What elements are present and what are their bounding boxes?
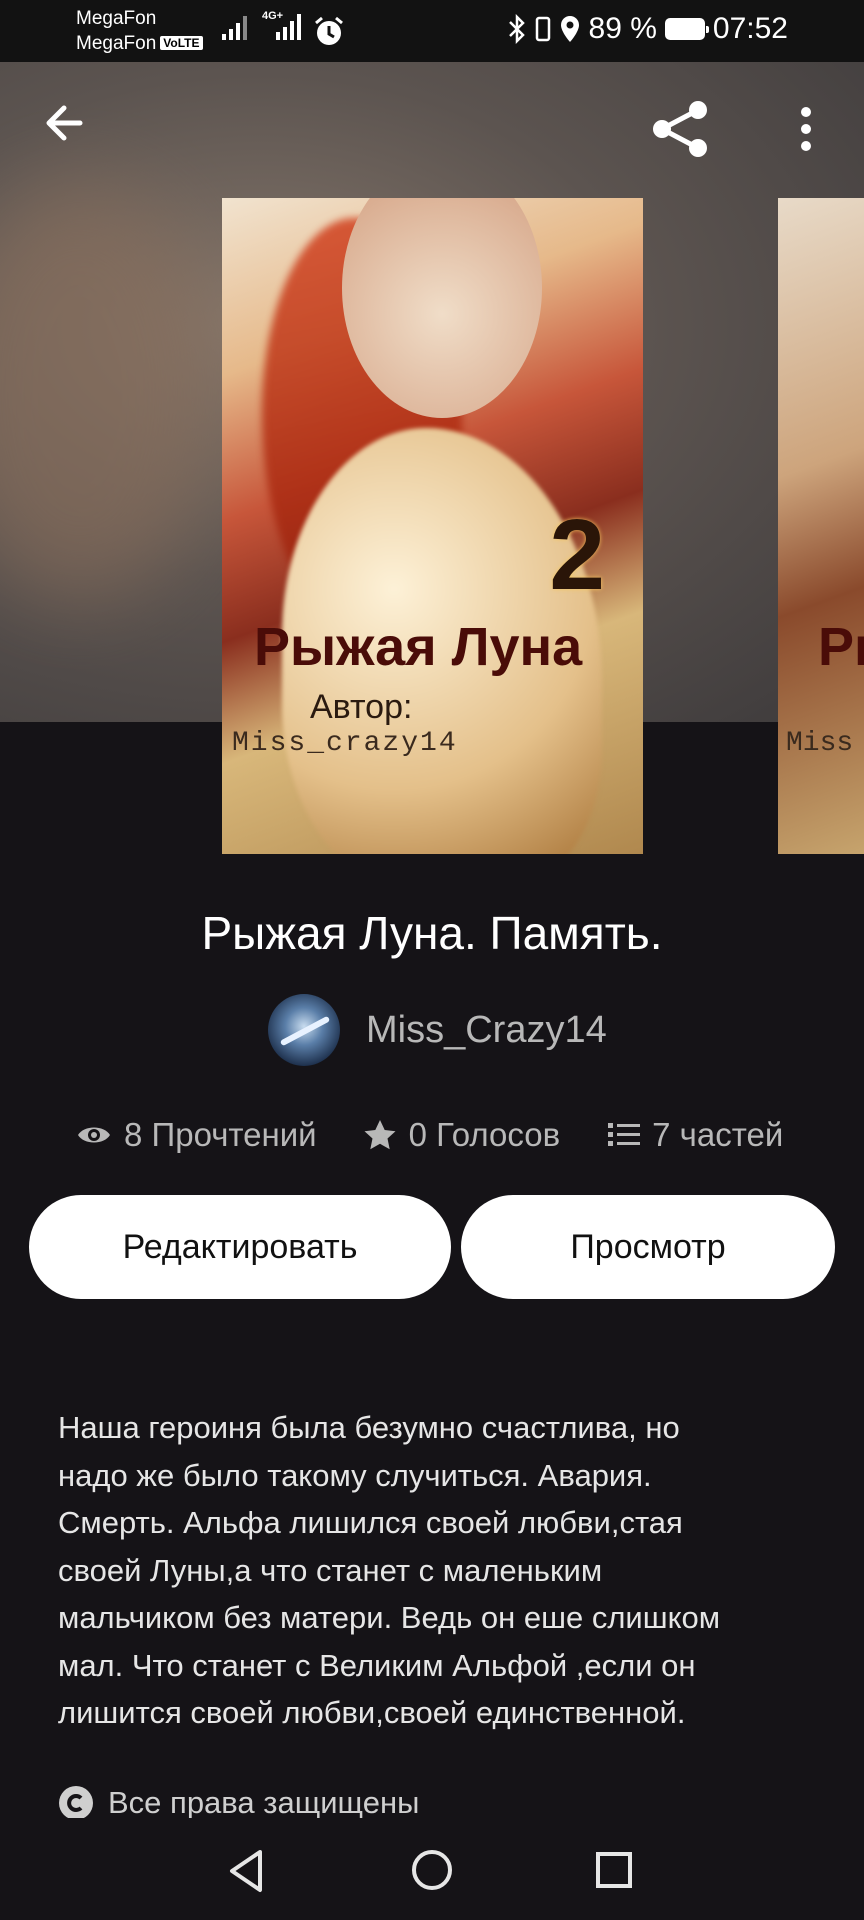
location-icon <box>560 16 579 42</box>
navigation-bar <box>0 1818 864 1920</box>
bluetooth-icon <box>508 14 525 44</box>
reads-stat: 8 Прочтений <box>76 1116 317 1154</box>
story-description: Наша героиня была безумно счастлива, но … <box>58 1410 721 1730</box>
next-book-cover[interactable]: Ры Miss <box>778 198 864 854</box>
vibrate-icon <box>535 16 550 42</box>
copyright-icon <box>59 1786 93 1820</box>
status-right: 89 % 07:52 <box>507 12 788 46</box>
copyright-row: Все права защищены <box>58 1785 419 1821</box>
next-cover-nick: Miss <box>786 728 854 759</box>
status-bar: MegaFon MegaFon VoLTE 4G+ 89 % 07:52 <box>0 0 864 62</box>
reads-count: 8 Прочтений <box>124 1116 317 1153</box>
carrier-info: MegaFon MegaFon VoLTE <box>76 6 203 56</box>
copyright-text: Все права защищены <box>108 1785 420 1820</box>
network-type: 4G+ <box>262 10 284 22</box>
cover-author-nick: Miss_crazy14 <box>232 728 458 759</box>
list-icon <box>608 1123 641 1146</box>
next-cover-title: Ры <box>818 617 864 677</box>
share-icon <box>653 101 707 157</box>
preview-button[interactable]: Просмотр <box>461 1195 835 1299</box>
carrier-2: MegaFon <box>76 33 157 54</box>
cover-number: 2 <box>549 499 605 611</box>
more-vertical-icon <box>801 107 811 151</box>
arrow-left-icon <box>46 105 83 141</box>
story-title: Рыжая Луна. Память. <box>201 907 663 959</box>
votes-stat: 0 Голосов <box>363 1116 561 1154</box>
signal-1-icon <box>222 14 252 40</box>
alarm-icon <box>315 16 343 45</box>
signal-2-icon: 4G+ <box>262 10 306 40</box>
author-name[interactable]: Miss_Crazy14 <box>366 1009 607 1052</box>
parts-count[interactable]: 7 частей <box>652 1116 783 1154</box>
story-stats: 8 Прочтений 0 Голосов 7 частей <box>76 1116 783 1154</box>
share-button[interactable] <box>648 96 714 167</box>
parts-stat[interactable]: 7 частей <box>608 1116 783 1154</box>
clock: 07:52 <box>712 12 788 45</box>
more-options-button[interactable] <box>788 104 824 159</box>
back-button[interactable] <box>36 92 98 159</box>
volte-badge: VoLTE <box>160 36 203 50</box>
carrier-1: MegaFon <box>76 8 157 29</box>
battery-icon <box>664 18 709 40</box>
author-row[interactable]: Miss_Crazy14 <box>268 994 607 1066</box>
avatar[interactable] <box>268 994 340 1066</box>
eye-icon <box>78 1127 110 1143</box>
circle-home-icon[interactable] <box>410 1848 454 1892</box>
battery-percent: 89 % <box>588 12 657 45</box>
edit-button[interactable]: Редактировать <box>29 1195 451 1299</box>
square-recents-icon[interactable] <box>594 1850 634 1890</box>
cover-author-label: Автор: <box>310 688 413 726</box>
book-cover[interactable]: 2 Рыжая Луна Автор: Miss_crazy14 <box>222 198 643 854</box>
star-icon <box>364 1120 396 1150</box>
cover-title: Рыжая Луна <box>254 617 583 677</box>
votes-count: 0 Голосов <box>408 1116 561 1153</box>
triangle-back-icon[interactable] <box>226 1848 270 1894</box>
